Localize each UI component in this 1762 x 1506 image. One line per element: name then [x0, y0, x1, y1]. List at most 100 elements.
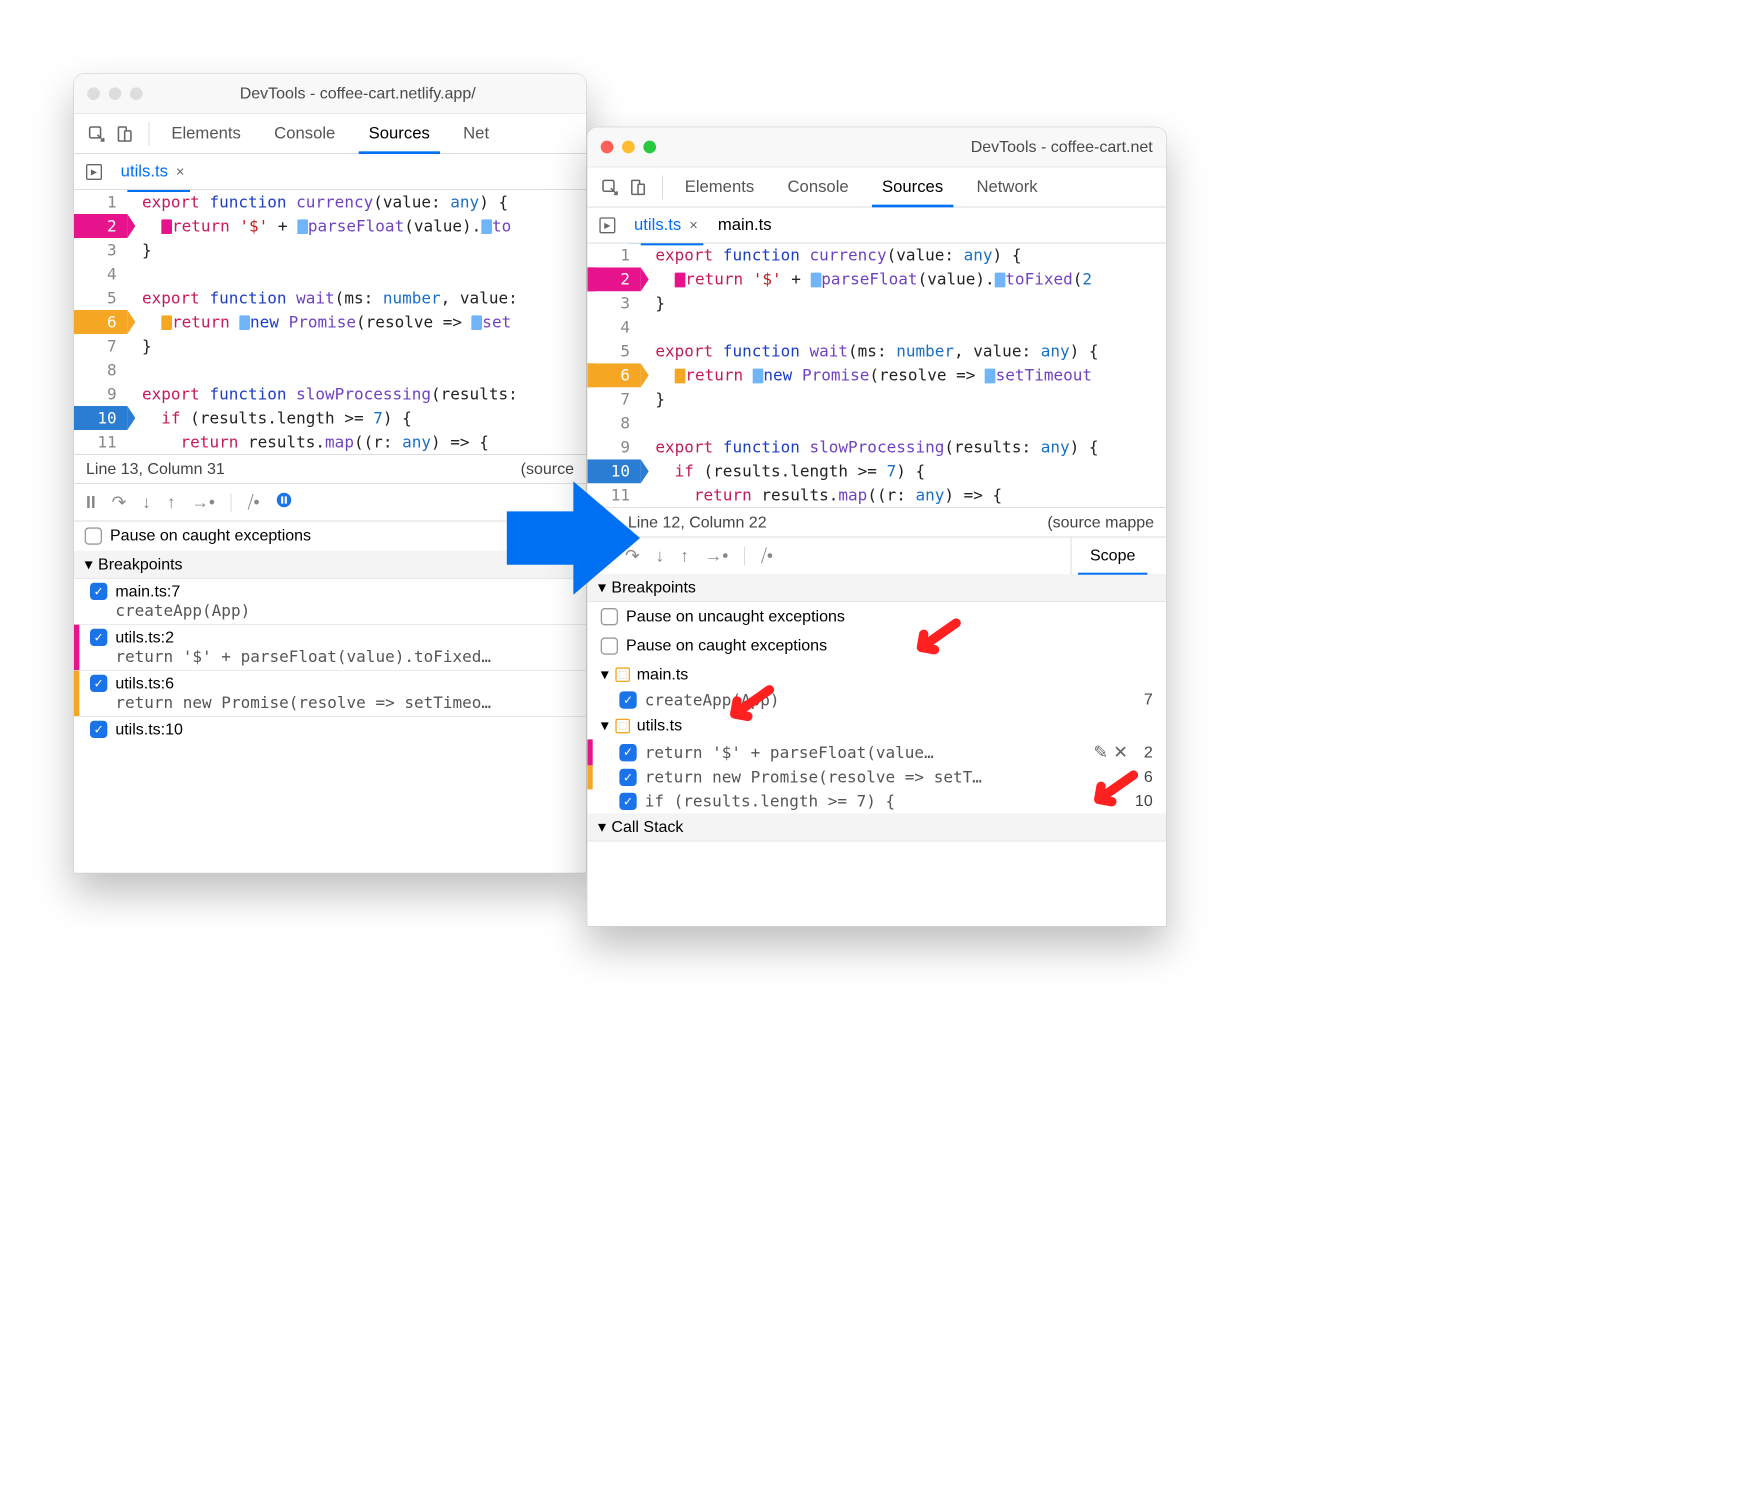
- breakpoint-line: 6: [1144, 768, 1153, 787]
- file-tab-label: main.ts: [718, 215, 772, 234]
- minimize-icon[interactable]: [109, 87, 122, 100]
- navigator-icon[interactable]: ▶: [599, 217, 615, 233]
- tab-console[interactable]: Console: [257, 114, 351, 154]
- titlebar: DevTools - coffee-cart.netlify.app/: [74, 74, 586, 114]
- breakpoint-code: return '$' + parseFloat(value)…: [645, 743, 938, 762]
- breakpoint-code: if (results.length >= 7) {: [645, 792, 895, 811]
- breakpoint-row[interactable]: ✓ if (results.length >= 7) { 10: [587, 789, 1166, 813]
- zoom-icon[interactable]: [643, 141, 656, 154]
- devtools-tabbar: Elements Console Sources Net: [74, 114, 586, 154]
- pause-uncaught-label: Pause on uncaught exceptions: [626, 606, 845, 627]
- source-info: (source mappe: [1047, 513, 1154, 532]
- close-icon[interactable]: [601, 141, 614, 154]
- file-tab-utils[interactable]: utils.ts ×: [115, 161, 189, 183]
- cursor-position: Line 13, Column 31: [86, 460, 225, 479]
- edit-icon[interactable]: ✎: [1093, 742, 1108, 763]
- chevron-down-icon: ▾: [601, 665, 609, 684]
- code-editor[interactable]: 1export function currency(value: any) { …: [74, 190, 586, 454]
- breakpoint-item[interactable]: ✓ utils.ts:2 return '$' + parseFloat(val…: [74, 625, 586, 670]
- pause-caught-label: Pause on caught exceptions: [626, 635, 827, 656]
- tab-network[interactable]: Net: [446, 114, 505, 154]
- step-icon[interactable]: →•: [705, 545, 728, 566]
- deactivate-breakpoints-icon[interactable]: ⧸•: [761, 545, 773, 566]
- navigator-icon[interactable]: ▶: [86, 164, 102, 180]
- close-tab-icon[interactable]: ×: [687, 216, 698, 233]
- tab-network[interactable]: Network: [960, 167, 1054, 207]
- breakpoint-line: 7: [1144, 691, 1153, 710]
- breakpoint-row[interactable]: ✓ return new Promise(resolve => setT… 6: [587, 765, 1166, 789]
- breakpoint-row[interactable]: ✓ createApp(App) 7: [587, 688, 1166, 712]
- file-name: main.ts: [637, 665, 689, 684]
- pause-caught-row[interactable]: Pause on caught exceptions: [587, 631, 1166, 660]
- callstack-header[interactable]: ▾ Call Stack: [587, 813, 1166, 841]
- breakpoint-checkbox[interactable]: ✓: [619, 793, 636, 810]
- step-out-icon[interactable]: ↑: [680, 545, 689, 566]
- step-into-icon[interactable]: ↓: [656, 545, 665, 566]
- pause-caught-checkbox[interactable]: [601, 637, 618, 654]
- file-icon: ⬚: [615, 718, 630, 733]
- breakpoint-checkbox[interactable]: ✓: [619, 769, 636, 786]
- window-controls[interactable]: [87, 87, 142, 100]
- breakpoint-checkbox[interactable]: ✓: [90, 583, 107, 600]
- breakpoint-group-utils[interactable]: ▾ ⬚ utils.ts: [587, 712, 1166, 739]
- step-over-icon[interactable]: ↷: [112, 492, 127, 513]
- scope-tab[interactable]: Scope: [1071, 537, 1154, 574]
- step-out-icon[interactable]: ↑: [167, 492, 176, 513]
- breakpoint-code: return new Promise(resolve => setT…: [645, 768, 982, 787]
- titlebar: DevTools - coffee-cart.net: [587, 127, 1166, 167]
- file-tab-label: utils.ts: [634, 215, 681, 234]
- devtools-window-before: DevTools - coffee-cart.netlify.app/ Elem…: [73, 73, 586, 873]
- pause-uncaught-checkbox[interactable]: [601, 608, 618, 625]
- window-title: DevTools - coffee-cart.netlify.app/: [143, 84, 573, 103]
- inspect-element-icon[interactable]: [601, 178, 620, 197]
- step-into-icon[interactable]: ↓: [142, 492, 151, 513]
- close-tab-icon[interactable]: ×: [173, 163, 184, 180]
- file-tab-utils[interactable]: utils.ts ×: [629, 214, 703, 236]
- callstack-title: Call Stack: [611, 818, 683, 837]
- pause-uncaught-row[interactable]: Pause on uncaught exceptions: [587, 602, 1166, 631]
- breakpoint-item[interactable]: ✓ utils.ts:6 return new Promise(resolve …: [74, 671, 586, 716]
- tab-console[interactable]: Console: [771, 167, 865, 207]
- breakpoint-item[interactable]: ✓ utils.ts:10: [74, 717, 586, 744]
- code-editor[interactable]: 1export function currency(value: any) { …: [587, 243, 1166, 507]
- minimize-icon[interactable]: [622, 141, 635, 154]
- window-title: DevTools - coffee-cart.net: [656, 138, 1153, 157]
- breakpoint-checkbox[interactable]: ✓: [90, 721, 107, 738]
- breakpoint-checkbox[interactable]: ✓: [90, 629, 107, 646]
- device-toggle-icon[interactable]: [115, 124, 134, 143]
- breakpoint-group-main[interactable]: ▾ ⬚ main.ts: [587, 661, 1166, 688]
- breakpoint-location: utils.ts:6: [115, 675, 491, 694]
- breakpoint-row[interactable]: ✓ return '$' + parseFloat(value)… ✎ ✕ 2: [587, 739, 1166, 765]
- breakpoint-location: utils.ts:10: [115, 721, 183, 740]
- file-tab-main[interactable]: main.ts: [713, 214, 777, 236]
- annotation-arrow-icon: [723, 676, 779, 732]
- file-icon: ⬚: [615, 667, 630, 682]
- step-icon[interactable]: →•: [192, 492, 215, 513]
- tab-elements[interactable]: Elements: [668, 167, 771, 207]
- breakpoint-checkbox[interactable]: ✓: [90, 675, 107, 692]
- remove-icon[interactable]: ✕: [1113, 742, 1128, 763]
- file-tab-label: utils.ts: [121, 162, 168, 181]
- tab-sources[interactable]: Sources: [865, 167, 959, 207]
- file-name: utils.ts: [637, 716, 682, 735]
- pause-caught-label: Pause on caught exceptions: [110, 525, 311, 546]
- annotation-arrow-icon: [1087, 762, 1143, 818]
- breakpoints-header[interactable]: ▾ Breakpoints: [587, 574, 1166, 602]
- deactivate-breakpoints-icon[interactable]: ⧸•: [248, 492, 260, 513]
- device-toggle-icon[interactable]: [629, 178, 648, 197]
- tab-elements[interactable]: Elements: [155, 114, 258, 154]
- debugger-toolbar: II ↷ ↓ ↑ →• ⧸• Scope: [587, 537, 1166, 574]
- pause-icon[interactable]: II: [86, 492, 96, 513]
- zoom-icon[interactable]: [130, 87, 143, 100]
- breakpoint-code: createApp(App): [115, 601, 250, 620]
- window-controls[interactable]: [601, 141, 656, 154]
- source-info: (source: [521, 460, 574, 479]
- source-file-tabs: ▶ utils.ts ×: [74, 154, 586, 190]
- close-icon[interactable]: [87, 87, 100, 100]
- breakpoint-checkbox[interactable]: ✓: [619, 744, 636, 761]
- pause-exceptions-icon[interactable]: [276, 491, 293, 513]
- breakpoint-checkbox[interactable]: ✓: [619, 691, 636, 708]
- pause-caught-checkbox[interactable]: [85, 527, 102, 544]
- tab-sources[interactable]: Sources: [352, 114, 446, 154]
- inspect-element-icon[interactable]: [87, 124, 106, 143]
